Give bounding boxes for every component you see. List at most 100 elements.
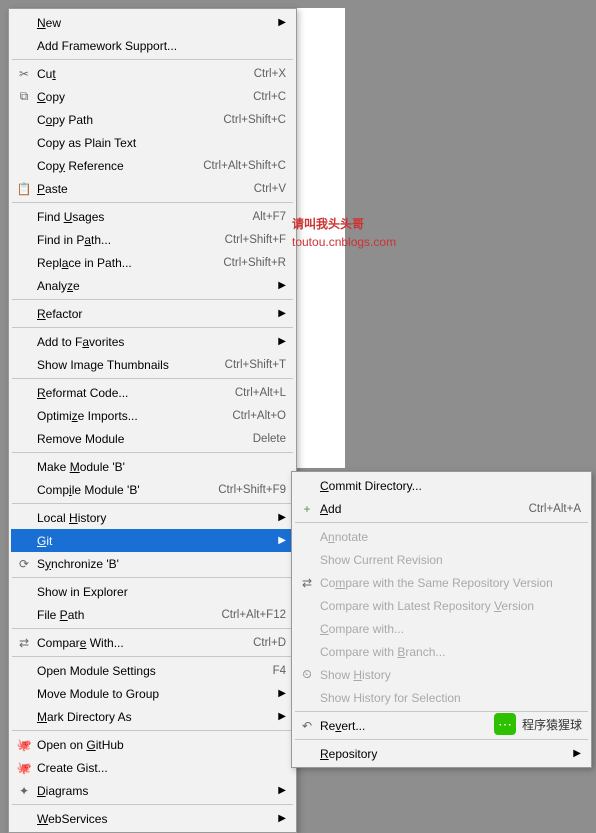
- menu-item[interactable]: File PathCtrl+Alt+F12: [11, 603, 294, 626]
- watermark: 请叫我头头哥 toutou.cnblogs.com: [292, 215, 396, 251]
- menu-item-label: Compare With...: [37, 636, 241, 650]
- menu-item[interactable]: Refactor▶: [11, 302, 294, 325]
- menu-item-label: Find in Path...: [37, 233, 213, 247]
- menu-separator: [12, 577, 293, 578]
- menu-item[interactable]: Compile Module 'B'Ctrl+Shift+F9: [11, 478, 294, 501]
- menu-item-label: Compare with...: [320, 622, 581, 636]
- icon-spacer: [15, 135, 33, 151]
- menu-item[interactable]: +AddCtrl+Alt+A: [294, 497, 589, 520]
- icon-spacer: [15, 459, 33, 475]
- menu-item[interactable]: Copy PathCtrl+Shift+C: [11, 108, 294, 131]
- menu-item-label: WebServices: [37, 812, 270, 826]
- menu-item[interactable]: Add Framework Support...: [11, 34, 294, 57]
- icon-spacer: [15, 334, 33, 350]
- icon-spacer: [298, 644, 316, 660]
- menu-item-shortcut: Ctrl+Shift+R: [223, 257, 286, 269]
- menu-item[interactable]: ✂CutCtrl+X: [11, 62, 294, 85]
- icon-spacer: [15, 15, 33, 31]
- menu-item: ⏲Show History: [294, 663, 589, 686]
- menu-item[interactable]: New▶: [11, 11, 294, 34]
- menu-item-label: Compare with Branch...: [320, 645, 581, 659]
- menu-item[interactable]: Copy ReferenceCtrl+Alt+Shift+C: [11, 154, 294, 177]
- submenu-arrow-icon: ▶: [278, 813, 286, 824]
- menu-item[interactable]: Find UsagesAlt+F7: [11, 205, 294, 228]
- menu-item[interactable]: Show in Explorer: [11, 580, 294, 603]
- menu-item[interactable]: Mark Directory As▶: [11, 705, 294, 728]
- menu-separator: [295, 522, 588, 523]
- footer-logo: ⋯ 程序猿猩球: [494, 713, 582, 735]
- icon-spacer: [298, 690, 316, 706]
- menu-item[interactable]: ⧉CopyCtrl+C: [11, 85, 294, 108]
- context-menu-main: New▶Add Framework Support...✂CutCtrl+X⧉C…: [8, 8, 297, 833]
- menu-item-label: Paste: [37, 182, 242, 196]
- menu-item[interactable]: Copy as Plain Text: [11, 131, 294, 154]
- menu-separator: [295, 739, 588, 740]
- menu-item[interactable]: ✦Diagrams▶: [11, 779, 294, 802]
- menu-item[interactable]: Local History▶: [11, 506, 294, 529]
- menu-item[interactable]: 🐙Create Gist...: [11, 756, 294, 779]
- icon-spacer: [15, 431, 33, 447]
- menu-item-label: Annotate: [320, 530, 581, 544]
- menu-item[interactable]: Find in Path...Ctrl+Shift+F: [11, 228, 294, 251]
- menu-item[interactable]: Show Image ThumbnailsCtrl+Shift+T: [11, 353, 294, 376]
- icon-spacer: [298, 552, 316, 568]
- menu-item-shortcut: Delete: [253, 433, 286, 445]
- menu-item[interactable]: Replace in Path...Ctrl+Shift+R: [11, 251, 294, 274]
- icon-spacer: [15, 112, 33, 128]
- menu-item-label: Show Image Thumbnails: [37, 358, 213, 372]
- icon-spacer: [298, 621, 316, 637]
- menu-item-label: Repository: [320, 747, 565, 761]
- menu-item[interactable]: Add to Favorites▶: [11, 330, 294, 353]
- menu-item-label: Analyze: [37, 279, 270, 293]
- icon-spacer: [15, 408, 33, 424]
- menu-item[interactable]: WebServices ▶: [11, 807, 294, 830]
- menu-item[interactable]: Commit Directory...: [294, 474, 589, 497]
- menu-item-shortcut: Ctrl+D: [253, 637, 286, 649]
- menu-item[interactable]: Remove Module Delete: [11, 427, 294, 450]
- menu-item-label: Open Module Settings: [37, 664, 261, 678]
- menu-item-icon: 📋: [15, 181, 33, 197]
- menu-item-label: Show in Explorer: [37, 585, 286, 599]
- menu-item[interactable]: ⇄ Compare With... Ctrl+D: [11, 631, 294, 654]
- menu-item-label: Make Module 'B': [37, 460, 286, 474]
- menu-separator: [12, 804, 293, 805]
- menu-item-shortcut: Ctrl+Alt+F12: [221, 609, 286, 621]
- icon-spacer: [15, 38, 33, 54]
- menu-item-icon: ⟳: [15, 556, 33, 572]
- wechat-icon: ⋯: [494, 713, 516, 735]
- menu-item-shortcut: Ctrl+Shift+C: [223, 114, 286, 126]
- submenu-arrow-icon: ▶: [278, 17, 286, 28]
- menu-item[interactable]: Optimize Imports...Ctrl+Alt+O: [11, 404, 294, 427]
- menu-item[interactable]: Move Module to Group▶: [11, 682, 294, 705]
- menu-item[interactable]: Reformat Code...Ctrl+Alt+L: [11, 381, 294, 404]
- menu-item[interactable]: ⟳Synchronize 'B': [11, 552, 294, 575]
- menu-item: ⇄Compare with the Same Repository Versio…: [294, 571, 589, 594]
- menu-item[interactable]: Make Module 'B': [11, 455, 294, 478]
- menu-item-label: Show History: [320, 668, 581, 682]
- menu-separator: [12, 299, 293, 300]
- menu-item-shortcut: Ctrl+X: [254, 68, 286, 80]
- menu-item[interactable]: Analyze▶: [11, 274, 294, 297]
- menu-item: Annotate: [294, 525, 589, 548]
- watermark-line1: 请叫我头头哥: [292, 215, 396, 233]
- menu-item-icon: ✂: [15, 66, 33, 82]
- menu-item-shortcut: Ctrl+Alt+A: [529, 503, 581, 515]
- menu-item[interactable]: 📋PasteCtrl+V: [11, 177, 294, 200]
- menu-item-label: Diagrams: [37, 784, 270, 798]
- menu-item-icon: 🐙: [15, 760, 33, 776]
- menu-item[interactable]: Open Module SettingsF4: [11, 659, 294, 682]
- menu-item-icon: ⇄: [15, 635, 33, 651]
- menu-item-label: Refactor: [37, 307, 270, 321]
- menu-item-label: Show Current Revision: [320, 553, 581, 567]
- menu-item-label: Add to Favorites: [37, 335, 270, 349]
- menu-separator: [12, 656, 293, 657]
- menu-item-label: Add: [320, 502, 517, 516]
- menu-item-icon: ⧉: [15, 89, 33, 105]
- menu-item[interactable]: Git▶: [11, 529, 294, 552]
- menu-item-label: Copy as Plain Text: [37, 136, 286, 150]
- menu-item[interactable]: Repository▶: [294, 742, 589, 765]
- menu-item-label: Reformat Code...: [37, 386, 223, 400]
- icon-spacer: [15, 385, 33, 401]
- menu-item: Compare with Latest Repository Version: [294, 594, 589, 617]
- menu-item-label: Remove Module: [37, 432, 241, 446]
